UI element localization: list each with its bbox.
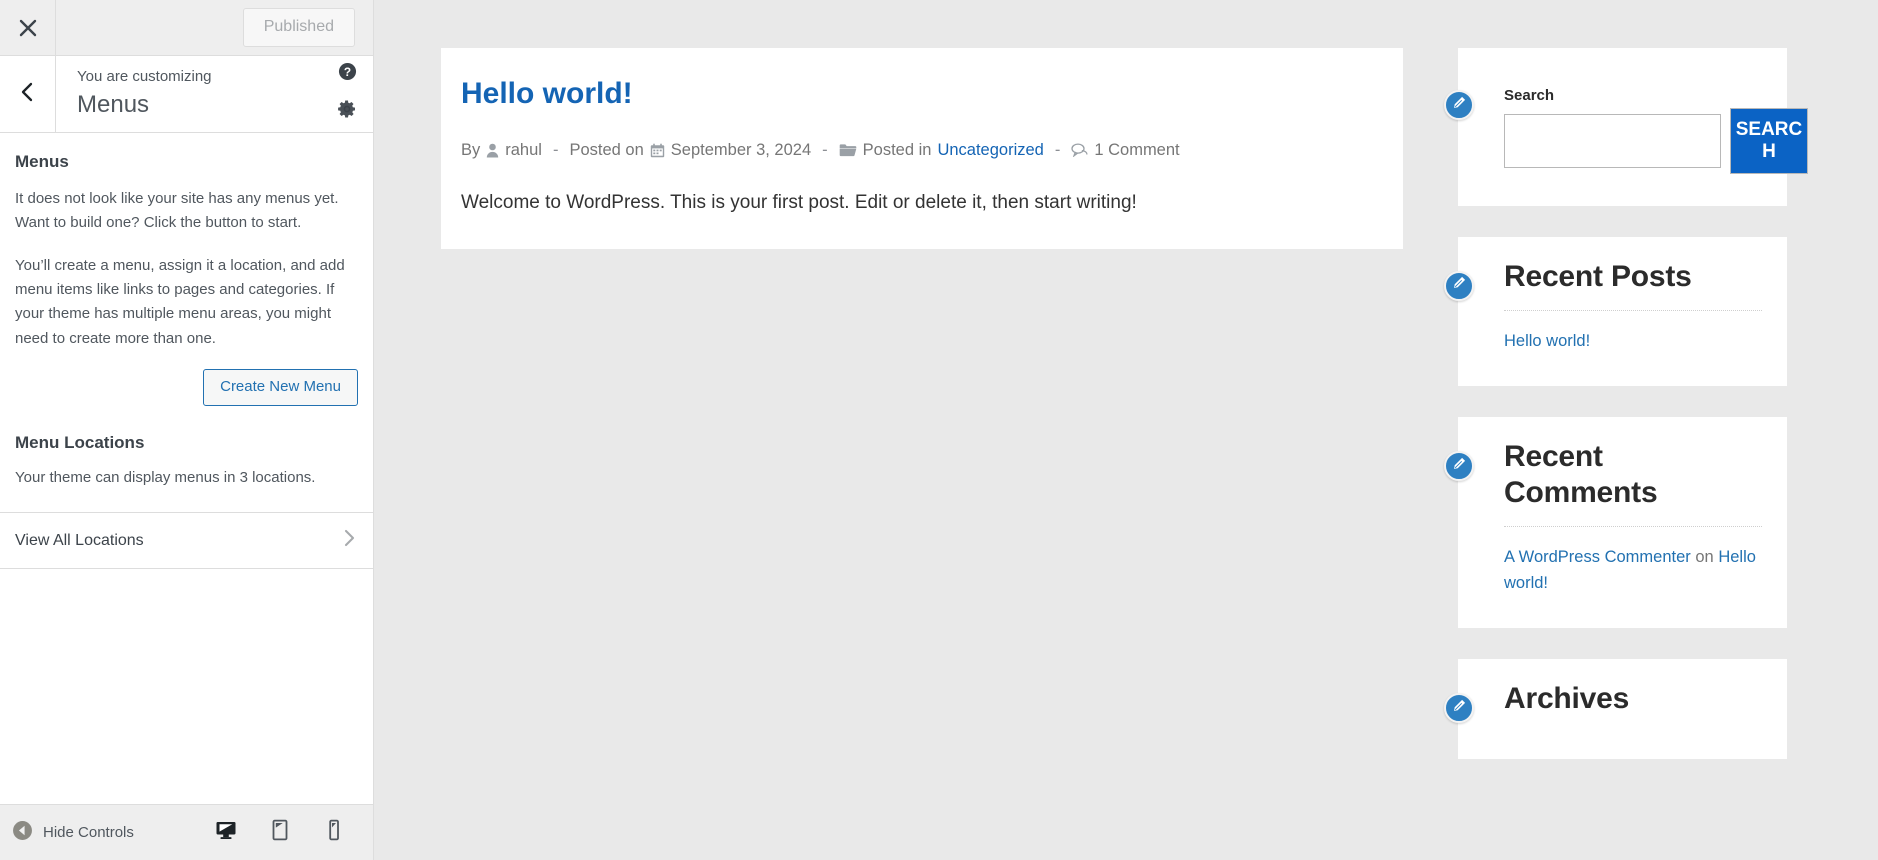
edit-archives-widget-button[interactable] <box>1444 693 1474 723</box>
user-icon <box>486 143 499 158</box>
menus-section-title: Menus <box>15 151 358 173</box>
customizer-panel-header: You are customizing Menus ? <box>0 56 373 133</box>
edit-recent-posts-widget-button[interactable] <box>1444 271 1474 301</box>
gear-icon[interactable] <box>337 99 357 124</box>
back-button[interactable] <box>0 56 56 132</box>
search-submit-button[interactable]: SEARCH <box>1730 108 1808 174</box>
menus-help-paragraph-2: You’ll create a menu, assign it a locati… <box>15 254 358 351</box>
publish-button[interactable]: Published <box>243 8 355 46</box>
widgets-sidebar: Search SEARCH <box>1458 48 1787 860</box>
recent-post-link[interactable]: Hello world! <box>1504 332 1590 350</box>
search-widget-title: Search <box>1504 86 1762 106</box>
post-meta: By rahul - Posted on <box>461 138 1383 163</box>
recent-posts-list: Hello world! <box>1504 329 1762 355</box>
search-form: SEARCH <box>1504 114 1762 174</box>
recent-comments-widget: Recent Comments A WordPress Commenter on… <box>1458 417 1787 628</box>
close-icon <box>17 17 39 39</box>
meta-separator-2: - <box>822 138 828 163</box>
recent-posts-widget: Recent Posts Hello world! <box>1458 237 1787 387</box>
list-item: Hello world! <box>1504 329 1762 355</box>
comment-author-link[interactable]: A WordPress Commenter <box>1504 548 1691 566</box>
pencil-edit-icon <box>1451 698 1467 719</box>
chevron-right-icon <box>341 528 358 553</box>
mobile-icon <box>322 818 346 847</box>
post-category-meta: Posted in Uncategorized <box>839 138 1044 163</box>
mobile-preview-button[interactable] <box>321 820 347 846</box>
customizing-label: You are customizing <box>77 67 321 87</box>
menu-locations-description: Your theme can display menus in 3 locati… <box>15 466 358 490</box>
calendar-icon <box>650 143 665 158</box>
customizer-app: Published You are customizing Menus <box>0 0 1878 860</box>
create-new-menu-button[interactable]: Create New Menu <box>203 369 358 406</box>
list-item: A WordPress Commenter on Hello world! <box>1504 545 1762 596</box>
post-author-meta: By rahul <box>461 138 542 163</box>
preview-layout: Hello world! By rahul <box>374 0 1878 860</box>
posted-on-label: Posted on <box>569 138 643 163</box>
view-all-locations-label: View All Locations <box>15 532 144 550</box>
post-category-link[interactable]: Uncategorized <box>937 138 1043 163</box>
post-body: Welcome to WordPress. This is your first… <box>461 189 1383 218</box>
folder-icon <box>839 143 857 157</box>
close-customizer-button[interactable] <box>0 0 56 55</box>
page-title: Menus <box>77 90 321 120</box>
customizer-body: Menus It does not look like your site ha… <box>0 133 373 804</box>
chevron-left-icon <box>18 81 38 108</box>
widget-separator <box>1504 526 1762 527</box>
archives-title: Archives <box>1504 681 1762 716</box>
hide-controls-button[interactable]: Hide Controls <box>12 820 213 846</box>
collapse-left-icon <box>12 820 33 846</box>
archives-widget: Archives <box>1458 659 1787 758</box>
pencil-edit-icon <box>1451 95 1467 116</box>
create-menu-row: Create New Menu <box>15 369 358 406</box>
desktop-icon <box>214 818 238 847</box>
post-date: September 3, 2024 <box>671 138 811 163</box>
search-input[interactable] <box>1504 114 1721 168</box>
publish-area: Published <box>56 0 373 55</box>
tablet-preview-button[interactable] <box>267 820 293 846</box>
post-author: rahul <box>505 138 542 163</box>
svg-text:?: ? <box>343 65 350 79</box>
customizer-sidebar: Published You are customizing Menus <box>0 0 374 860</box>
post-title[interactable]: Hello world! <box>461 76 1383 112</box>
comment-icon <box>1071 143 1088 157</box>
menus-section: Menus It does not look like your site ha… <box>0 133 373 569</box>
recent-posts-title: Recent Posts <box>1504 259 1762 294</box>
menu-locations-title: Menu Locations <box>15 432 358 454</box>
hide-controls-label: Hide Controls <box>43 824 134 841</box>
panel-header-icons: ? <box>321 56 373 132</box>
post-comment-count: 1 Comment <box>1094 138 1179 163</box>
post-article: Hello world! By rahul <box>441 48 1403 249</box>
customizer-footer: Hide Controls <box>0 804 373 860</box>
meta-separator-1: - <box>553 138 559 163</box>
menus-help-paragraph-1: It does not look like your site has any … <box>15 187 358 236</box>
comment-on-label: on <box>1695 548 1713 566</box>
device-preview-group <box>213 820 359 846</box>
edit-recent-comments-widget-button[interactable] <box>1444 451 1474 481</box>
help-icon[interactable]: ? <box>338 62 357 86</box>
posted-in-label: Posted in <box>863 138 932 163</box>
site-preview: Hello world! By rahul <box>374 0 1878 860</box>
recent-comments-title: Recent Comments <box>1504 439 1762 510</box>
post-date-meta: Posted on <box>569 138 811 163</box>
pencil-edit-icon <box>1451 456 1467 477</box>
menu-locations-section: Menu Locations Your theme can display me… <box>15 432 358 569</box>
customizer-topbar: Published <box>0 0 373 56</box>
tablet-icon <box>268 818 292 847</box>
search-widget: Search SEARCH <box>1458 48 1787 206</box>
desktop-preview-button[interactable] <box>213 820 239 846</box>
view-all-locations-button[interactable]: View All Locations <box>0 512 373 569</box>
recent-comments-list: A WordPress Commenter on Hello world! <box>1504 545 1762 596</box>
meta-separator-3: - <box>1055 138 1061 163</box>
by-label: By <box>461 138 480 163</box>
panel-titles: You are customizing Menus <box>56 56 321 132</box>
post-comments-meta: 1 Comment <box>1071 138 1179 163</box>
content-column: Hello world! By rahul <box>441 48 1403 860</box>
edit-search-widget-button[interactable] <box>1444 90 1474 120</box>
widget-separator <box>1504 310 1762 311</box>
pencil-edit-icon <box>1451 275 1467 296</box>
